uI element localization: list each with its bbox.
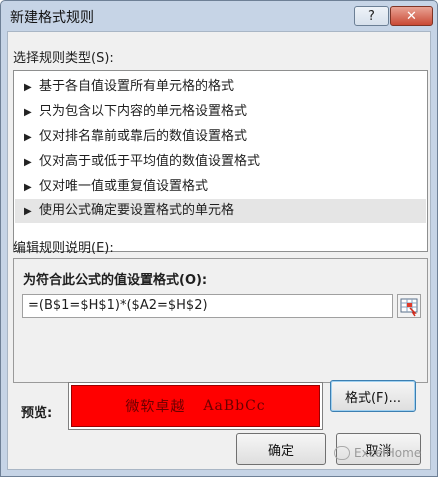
rule-type-item[interactable]: ▶ 只为包含以下内容的单元格设置格式 bbox=[15, 100, 426, 124]
rule-type-item[interactable]: ▶ 仅对高于或低于平均值的数值设置格式 bbox=[15, 150, 426, 174]
triangle-bullet-icon: ▶ bbox=[24, 107, 32, 118]
watermark: ExcelHome bbox=[334, 446, 421, 460]
rule-type-item-selected[interactable]: ▶ 使用公式确定要设置格式的单元格 bbox=[15, 199, 426, 223]
preview-sample: 微软卓越 AaBbCc bbox=[71, 385, 320, 427]
rule-type-item[interactable]: ▶ 仅对唯一值或重复值设置格式 bbox=[15, 175, 426, 199]
watermark-text: ExcelHome bbox=[354, 446, 422, 460]
rule-type-label: 选择规则类型(S): bbox=[13, 51, 114, 66]
rule-type-item-label: 仅对唯一值或重复值设置格式 bbox=[39, 179, 209, 194]
edit-rule-label: 编辑规则说明(E): bbox=[13, 241, 114, 256]
rule-type-list: ▶ 基于各自值设置所有单元格的格式 ▶ 只为包含以下内容的单元格设置格式 ▶ 仅对排名… bbox=[13, 70, 428, 252]
preview-sample-cjk: 微软卓越 bbox=[125, 399, 186, 415]
range-select-icon bbox=[400, 298, 418, 317]
close-icon: ✕ bbox=[406, 8, 417, 24]
dialog-title: 新建格式规则 bbox=[10, 10, 94, 26]
rule-type-item-label: 仅对排名靠前或靠后的数值设置格式 bbox=[39, 129, 248, 144]
rule-type-item-label: 使用公式确定要设置格式的单元格 bbox=[39, 203, 235, 218]
preview-label: 预览: bbox=[21, 406, 53, 421]
ok-button[interactable]: 确定 bbox=[236, 433, 326, 465]
triangle-bullet-icon: ▶ bbox=[24, 206, 32, 217]
formula-label: 为符合此公式的值设置格式(O): bbox=[23, 273, 208, 288]
preview-sample-latin: AaBbCc bbox=[203, 398, 266, 414]
close-button[interactable]: ✕ bbox=[390, 6, 433, 26]
new-format-rule-dialog: 新建格式规则 ? ✕ 选择规则类型(S): ▶ 基于各自值设置所有单元格的格式 ▶… bbox=[0, 0, 438, 477]
title-bar[interactable]: 新建格式规则 ? ✕ bbox=[1, 1, 437, 31]
preview-box: 微软卓越 AaBbCc bbox=[68, 382, 323, 430]
help-button[interactable]: ? bbox=[354, 6, 389, 26]
triangle-bullet-icon: ▶ bbox=[24, 132, 32, 143]
dialog-body: 选择规则类型(S): ▶ 基于各自值设置所有单元格的格式 ▶ 只为包含以下内容的单元… bbox=[7, 31, 431, 470]
rule-type-item-label: 仅对高于或低于平均值的数值设置格式 bbox=[39, 154, 261, 169]
rule-type-item[interactable]: ▶ 仅对排名靠前或靠后的数值设置格式 bbox=[15, 125, 426, 149]
help-icon: ? bbox=[368, 8, 375, 24]
triangle-bullet-icon: ▶ bbox=[24, 82, 32, 93]
rule-type-item-label: 基于各自值设置所有单元格的格式 bbox=[39, 79, 235, 94]
wechat-icon bbox=[334, 446, 350, 460]
formula-input[interactable]: =(B$1=$H$1)*($A2=$H$2) bbox=[22, 294, 393, 318]
format-button[interactable]: 格式(F)... bbox=[330, 380, 416, 412]
rule-type-item[interactable]: ▶ 基于各自值设置所有单元格的格式 bbox=[15, 75, 426, 99]
rule-description-group: 为符合此公式的值设置格式(O): =(B$1=$H$1)*($A2=$H$2) bbox=[13, 258, 428, 383]
triangle-bullet-icon: ▶ bbox=[24, 182, 32, 193]
range-select-button[interactable] bbox=[397, 294, 421, 318]
rule-type-item-label: 只为包含以下内容的单元格设置格式 bbox=[39, 104, 248, 119]
triangle-bullet-icon: ▶ bbox=[24, 157, 32, 168]
